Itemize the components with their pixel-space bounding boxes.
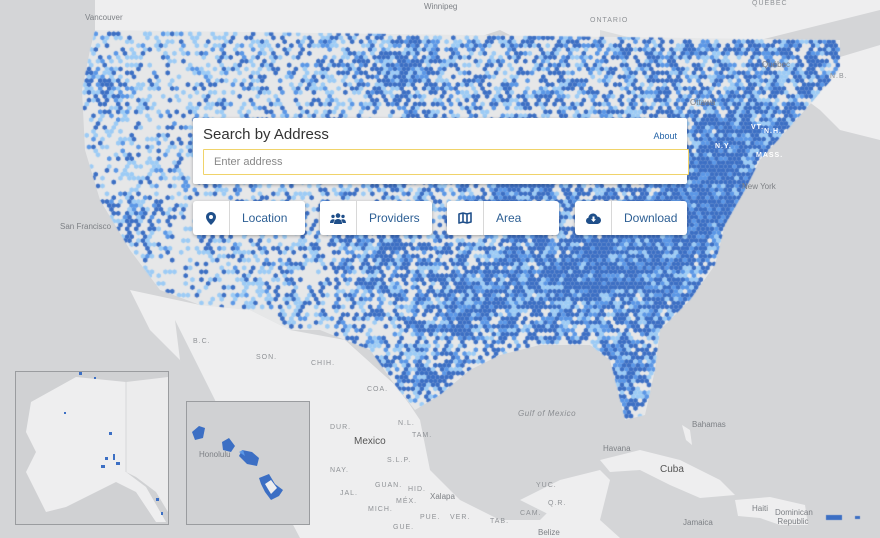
label-son: SON.	[256, 354, 278, 361]
alaska-map	[26, 372, 168, 522]
search-title: Search by Address	[203, 126, 329, 143]
label-qr: Q.R.	[548, 500, 567, 507]
label-guan: GUAN.	[375, 482, 403, 489]
alaska-inset[interactable]	[15, 371, 169, 525]
about-link[interactable]: About	[653, 131, 677, 141]
area-button[interactable]: Area	[447, 201, 559, 235]
hawaii-map	[192, 426, 283, 500]
users-icon	[320, 201, 357, 235]
label-ny-state: N.Y.	[715, 143, 732, 150]
label-cam: CAM.	[520, 510, 542, 517]
label-coa: COA.	[367, 386, 389, 393]
label-belize: Belize	[538, 528, 560, 537]
label-jamaica: Jamaica	[683, 518, 713, 527]
label-haiti: Haiti	[752, 504, 769, 513]
label-xalapa: Xalapa	[430, 492, 455, 501]
download-button[interactable]: Download	[575, 201, 687, 235]
label-bahamas: Bahamas	[692, 420, 726, 429]
label-dominican-republic: Dominican Republic	[775, 508, 813, 526]
label-hid: HID.	[408, 486, 426, 493]
label-dur: DUR.	[330, 424, 352, 431]
download-button-label: Download	[624, 211, 678, 225]
label-vancouver: Vancouver	[85, 13, 123, 22]
label-mass: MASS.	[756, 152, 784, 159]
label-nl: N.L.	[398, 420, 415, 427]
label-cuba: Cuba	[660, 464, 684, 475]
label-mexico: Mexico	[354, 436, 386, 447]
label-bc: B.C.	[193, 338, 211, 345]
label-slp: S.L.P.	[387, 457, 412, 464]
cloud-download-icon	[575, 201, 612, 235]
label-san-francisco: San Francisco	[60, 222, 112, 231]
label-quebec-province: QUÉBEC	[752, 0, 788, 7]
label-chih: CHIH.	[311, 360, 336, 367]
hawaii-inset[interactable]: Honolulu	[186, 401, 310, 525]
label-jal: JAL.	[340, 490, 359, 497]
label-havana: Havana	[603, 444, 631, 453]
label-gulf-of-mexico: Gulf of Mexico	[518, 409, 577, 418]
label-honolulu: Honolulu	[199, 450, 231, 459]
label-nb: N.B.	[830, 73, 848, 80]
label-nh: N.H.	[764, 128, 782, 135]
label-tam: TAM.	[412, 432, 433, 439]
location-button[interactable]: Location	[193, 201, 305, 235]
label-quebec-city: Québec	[762, 60, 791, 69]
address-search-input[interactable]	[203, 149, 689, 175]
label-vt: VT.	[751, 124, 765, 131]
label-ver: VER.	[450, 514, 471, 521]
label-winnipeg: Winnipeg	[424, 2, 458, 11]
label-mich: MICH.	[368, 506, 393, 513]
providers-button[interactable]: Providers	[320, 201, 432, 235]
label-tab: TAB.	[490, 518, 510, 525]
label-ottawa: Ottawa	[690, 98, 716, 107]
area-button-label: Area	[496, 211, 522, 225]
label-new-york: New York	[742, 182, 776, 191]
label-pue: PUE.	[420, 514, 441, 521]
map-marker-icon	[193, 201, 230, 235]
providers-button-label: Providers	[369, 211, 420, 225]
label-ontario: ONTARIO	[590, 17, 629, 24]
map-icon	[447, 201, 484, 235]
label-nay: NAY.	[330, 467, 349, 474]
search-panel: Search by Address About	[193, 118, 689, 184]
label-gue: GUE.	[393, 524, 415, 531]
label-mex: MÉX.	[396, 498, 418, 505]
location-button-label: Location	[242, 211, 288, 225]
label-yuc: YUC.	[536, 482, 557, 489]
